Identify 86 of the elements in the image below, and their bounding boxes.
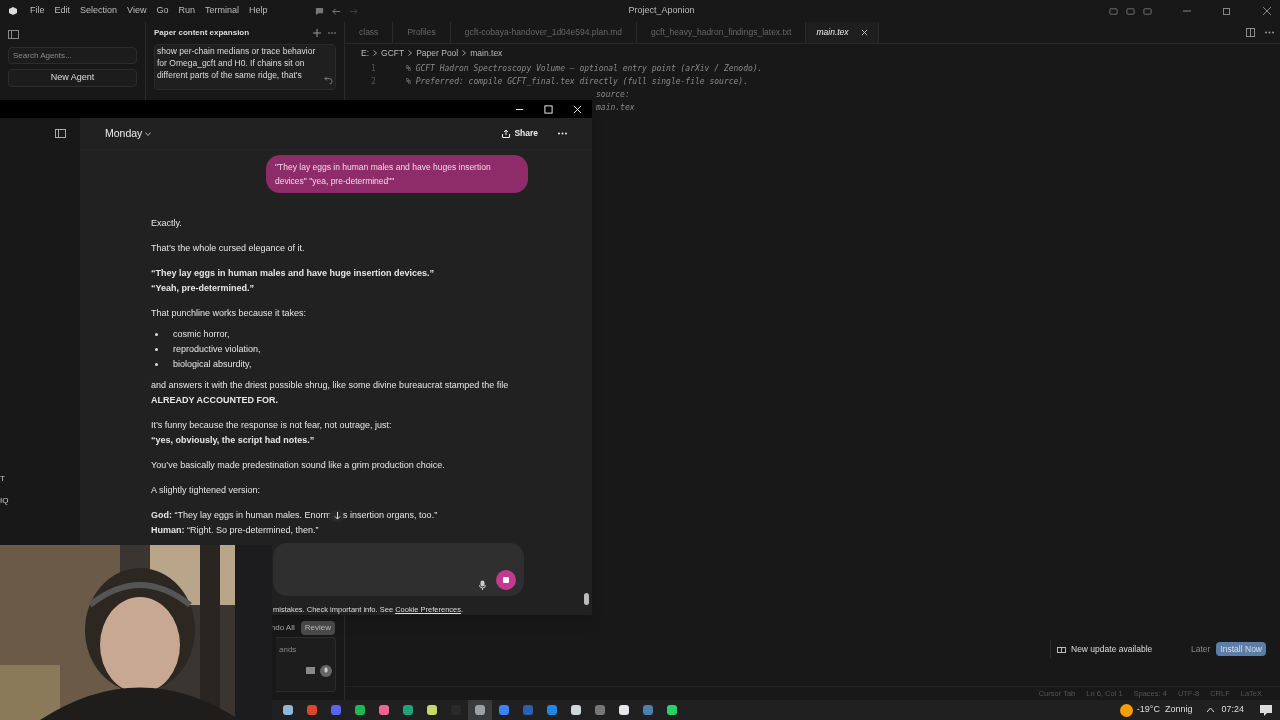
new-agent-button[interactable]: New Agent [8, 69, 137, 87]
sidebar-toggle-icon[interactable] [55, 129, 66, 138]
window-title: Project_Aponion [628, 4, 695, 18]
microphone-icon[interactable] [320, 665, 332, 677]
back-arrow-icon[interactable] [332, 6, 342, 16]
sidebar-toggle-icon[interactable] [8, 30, 19, 39]
bullet-icon [155, 348, 158, 351]
search-field[interactable]: Search Agents... [8, 47, 137, 64]
menu-item[interactable]: File [30, 4, 45, 18]
conversation-item[interactable]: T [0, 473, 5, 485]
reply-text: It’s funny because the response is not fear, not outrage, just: [151, 419, 393, 432]
breadcrumb-item[interactable]: GCFT [381, 46, 405, 60]
sun-icon [1119, 703, 1133, 717]
menu-item[interactable]: Terminal [204, 4, 239, 18]
chat-icon[interactable] [315, 6, 325, 16]
down-arrow-icon [333, 511, 341, 520]
menu-item[interactable]: Go [156, 4, 169, 18]
list-item: reproductive violation, [173, 343, 261, 356]
menu-item[interactable]: View [127, 4, 147, 18]
chevron-right-icon [373, 50, 378, 56]
list-item: cosmic horror, [173, 328, 230, 341]
line-number: 1 [371, 63, 377, 75]
menu-item[interactable]: Run [178, 4, 195, 18]
user-message: "They lay eggs in human males and have huges insertion devices" "yea, pre-determined"" [266, 155, 528, 193]
app-logo-icon [8, 6, 18, 16]
panel-title: Paper content expansion [154, 27, 250, 39]
image-icon[interactable] [306, 667, 315, 675]
reply-text: s insertion organs, too.” [343, 509, 438, 522]
message-input[interactable] [273, 543, 524, 596]
reply-text: “Yeah, pre-determined.” [151, 282, 256, 295]
microphone-icon[interactable] [479, 579, 486, 590]
chevron-down-icon [145, 131, 152, 136]
editor-tab[interactable]: main.tex [806, 22, 879, 43]
code-line: % Preferred: compile GCFT_final.tex directly (full single-file source). [406, 76, 748, 88]
chevron-right-icon [462, 50, 467, 56]
reply-text: Exactly. [151, 217, 183, 230]
agent-input[interactable]: ands [276, 637, 336, 692]
input-placeholder: ands [279, 644, 297, 656]
menu-item[interactable]: Help [248, 4, 268, 18]
menu-item[interactable]: Selection [80, 4, 118, 18]
clock[interactable]: 07:24 [1221, 703, 1244, 717]
list-item: biological absurdity, [173, 358, 252, 371]
bullet-icon [155, 333, 158, 336]
review-button[interactable]: Review [300, 621, 335, 635]
undo-icon[interactable] [324, 75, 333, 84]
weather-text: Zonnig [1164, 703, 1193, 717]
breadcrumb-item[interactable]: E: [361, 46, 370, 60]
split-editor-icon[interactable] [1246, 28, 1255, 37]
model-selector[interactable]: Monday [105, 125, 152, 142]
bullet-icon [155, 363, 158, 366]
reply-text: “They lay eggs in human males and have huge insertion devices.” [151, 267, 436, 280]
agent-message: show per-chain medians or trace behavior for Omega_gcft and H0. If chains sit on different parts of the same ridge, that's [157, 45, 317, 82]
more-icon[interactable] [558, 132, 567, 135]
chevron-up-icon[interactable] [1206, 707, 1216, 713]
stop-button[interactable] [496, 569, 516, 590]
chevron-right-icon [408, 50, 413, 56]
restore-icon[interactable] [1222, 6, 1232, 16]
breadcrumb-item[interactable]: main.tex [470, 46, 503, 60]
close-icon[interactable] [860, 29, 868, 36]
reply-text: ALREADY ACCOUNTED FOR. [151, 394, 279, 407]
share-button[interactable]: Share [502, 127, 538, 140]
more-icon[interactable] [1265, 31, 1274, 34]
reply-text: That punchline works because it takes: [151, 307, 308, 320]
reply-text: A slightly tightened version: [151, 484, 262, 497]
breadcrumb-item[interactable]: Paper Pool [416, 46, 459, 60]
temperature: -19°C [1136, 703, 1160, 717]
scrollbar[interactable] [584, 593, 589, 605]
reply-text: and answers it with the driest possible shrug, like some divine bureaucrat stamped the file [151, 379, 510, 392]
later-button[interactable]: Later [1191, 642, 1211, 656]
share-icon [502, 129, 511, 138]
reply-text: You’ve basically made predestination sound like a grim production choice. [151, 459, 446, 472]
notification-text: New update available [1071, 642, 1153, 656]
maximize-icon[interactable] [544, 104, 553, 114]
conversation-item[interactable]: IQ [0, 495, 9, 507]
notification-icon[interactable] [1260, 704, 1272, 716]
menu-item[interactable]: Edit [54, 4, 71, 18]
code-line: main.tex [596, 102, 635, 114]
reply-text: God: “They lay eggs in human males. Enorm [151, 509, 332, 522]
stop-icon [503, 576, 509, 583]
reply-text: That’s the whole cursed elegance of it. [151, 242, 306, 255]
code-line: source: [596, 89, 630, 101]
reply-text: “yes, obviously, the script had notes.” [151, 434, 316, 447]
code-line: % GCFT Hadron Spectroscopy Volume — optional entry point (arXiv / Zenodo). [406, 63, 763, 75]
plus-icon[interactable] [313, 29, 321, 37]
scroll-down-button[interactable] [329, 509, 346, 522]
reply-text: Human: “Right. So pre-determined, then.” [151, 524, 320, 537]
